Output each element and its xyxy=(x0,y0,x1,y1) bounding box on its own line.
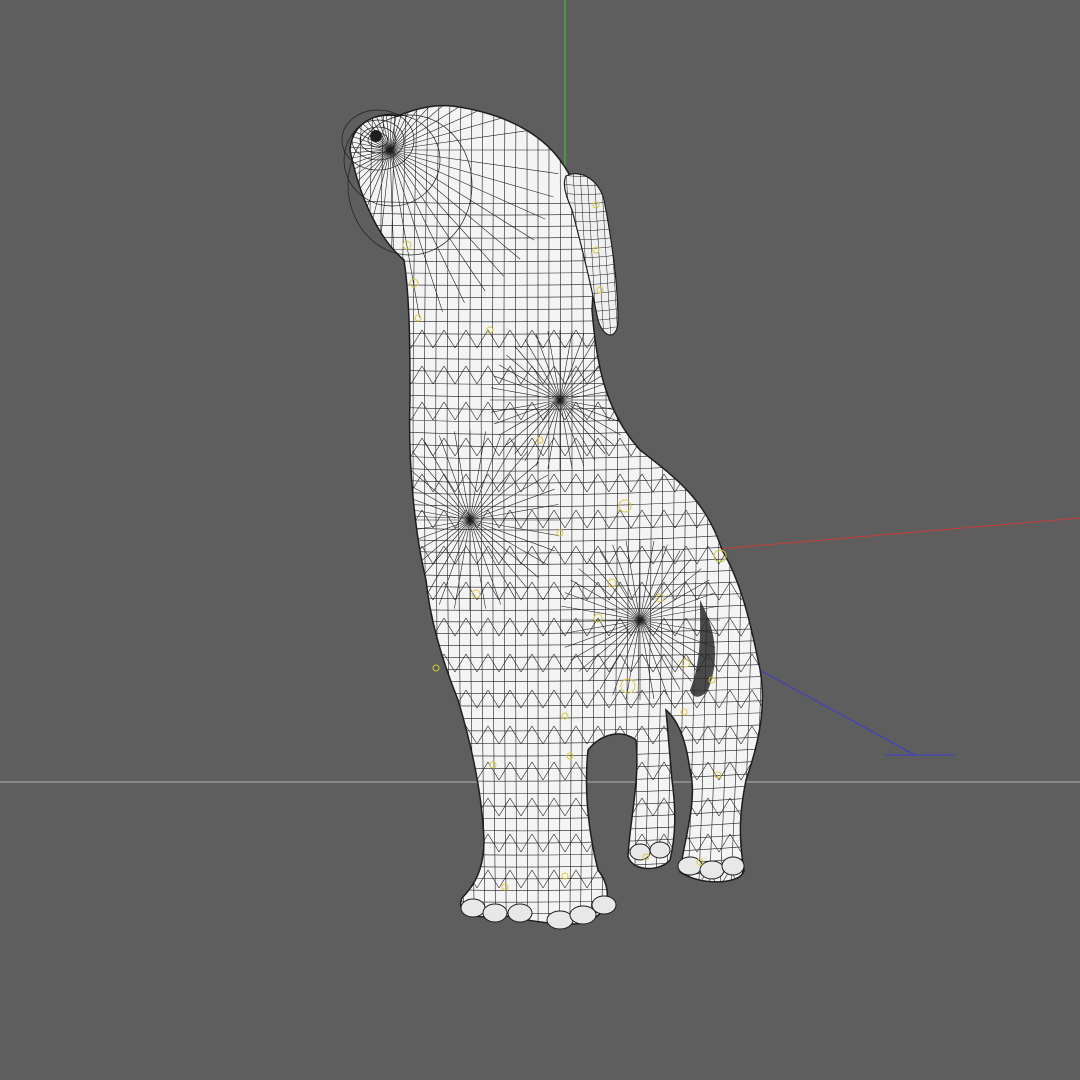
joint-marker[interactable] xyxy=(432,664,440,672)
3d-viewport[interactable] xyxy=(0,0,1080,1080)
viewport-canvas[interactable] xyxy=(0,0,1080,1080)
z-axis-line xyxy=(755,667,916,756)
nose-tip xyxy=(370,130,382,142)
x-axis-line xyxy=(682,517,1080,553)
dog-wireframe-model[interactable] xyxy=(220,0,787,940)
